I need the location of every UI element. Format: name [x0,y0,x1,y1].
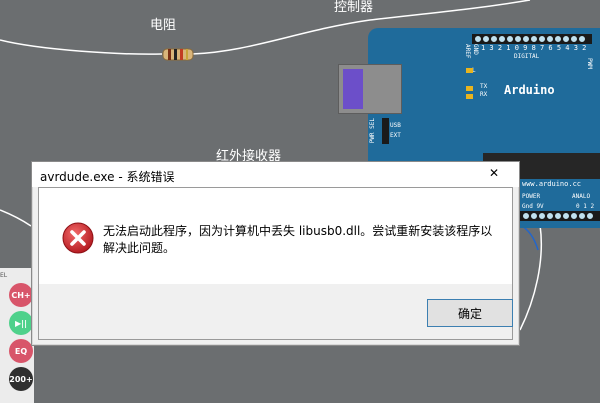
header-pin[interactable] [538,212,546,220]
analog-pin-numbers: 0 1 2 [576,203,595,210]
header-pin[interactable] [570,35,578,43]
usb-port[interactable] [338,64,402,114]
close-button[interactable]: ✕ [472,163,516,183]
remote-button-200-plus[interactable]: 200+ [9,367,33,391]
header-pin[interactable] [570,212,578,220]
header-pin[interactable] [586,212,594,220]
dialog-title: avrdude.exe - 系统错误 [40,170,175,184]
header-pin[interactable] [562,35,570,43]
pwm-label: PWM [586,58,593,69]
dialog-titlebar[interactable]: avrdude.exe - 系统错误 ✕ [32,162,519,187]
gnd-label: GND [472,44,479,55]
tx-led [466,86,473,91]
header-pin[interactable] [514,35,522,43]
aref-label: AREF [464,44,471,59]
arduino-brand: Arduino [504,83,555,97]
rx-led [466,94,473,99]
remote-button-ch-plus[interactable]: CH+ [9,283,33,307]
header-pin[interactable] [498,35,506,43]
dialog-body: 无法启动此程序，因为计算机中丢失 libusb0.dll。尝试重新安装该程序以解… [38,187,513,340]
header-pin[interactable] [578,35,586,43]
header-pin[interactable] [530,35,538,43]
remote-button-play-pause[interactable]: ▶|| [9,311,33,335]
error-icon [62,222,94,254]
ok-button[interactable]: 确定 [427,299,513,327]
website-label: www.arduino.cc [522,180,582,188]
header-pin[interactable] [490,35,498,43]
usb-label: USB [390,122,401,129]
analog-label: ANALO [572,193,591,200]
remote-button-eq[interactable]: EQ [9,339,33,363]
tx-label: TX [480,83,488,90]
pwr-sel-label: PWR SEL [369,118,376,144]
close-icon: ✕ [488,166,500,180]
header-pin[interactable] [482,35,490,43]
header-pin[interactable] [546,35,554,43]
header-pin[interactable] [578,212,586,220]
power-jumper[interactable] [382,118,389,144]
digital-label: DIGITAL [514,53,540,60]
error-message: 无法启动此程序，因为计算机中丢失 libusb0.dll。尝试重新安装该程序以解… [103,224,493,255]
header-pin[interactable] [474,35,482,43]
header-pin[interactable] [538,35,546,43]
controller-label: 控制器 [334,0,374,15]
error-dialog: avrdude.exe - 系统错误 ✕ 无法启动此程序，因为计算机中丢失 li… [31,161,520,346]
header-pin[interactable] [554,35,562,43]
header-pin[interactable] [562,212,570,220]
ext-label: EXT [390,132,401,139]
pin-numbers-right: 7 6 5 4 3 2 [540,44,587,52]
usb-port-connector [343,69,363,109]
header-pin[interactable] [506,35,514,43]
message-area: 无法启动此程序，因为计算机中丢失 libusb0.dll。尝试重新安装该程序以解… [39,188,512,284]
pin-numbers-left: 1 3 2 1 0 9 8 [481,44,536,52]
l-led [466,68,473,73]
header-pin[interactable] [546,212,554,220]
gnd-9v-label: Gnd 9V [522,203,544,210]
remote-header-label: EL [0,272,8,279]
power-label: POWER [522,193,541,200]
resistor[interactable] [162,48,194,61]
header-pin[interactable] [522,35,530,43]
resistor-label: 电阻 [150,18,177,33]
rx-label: RX [480,91,488,98]
header-pin[interactable] [530,212,538,220]
header-pin[interactable] [554,212,562,220]
header-pin[interactable] [522,212,530,220]
